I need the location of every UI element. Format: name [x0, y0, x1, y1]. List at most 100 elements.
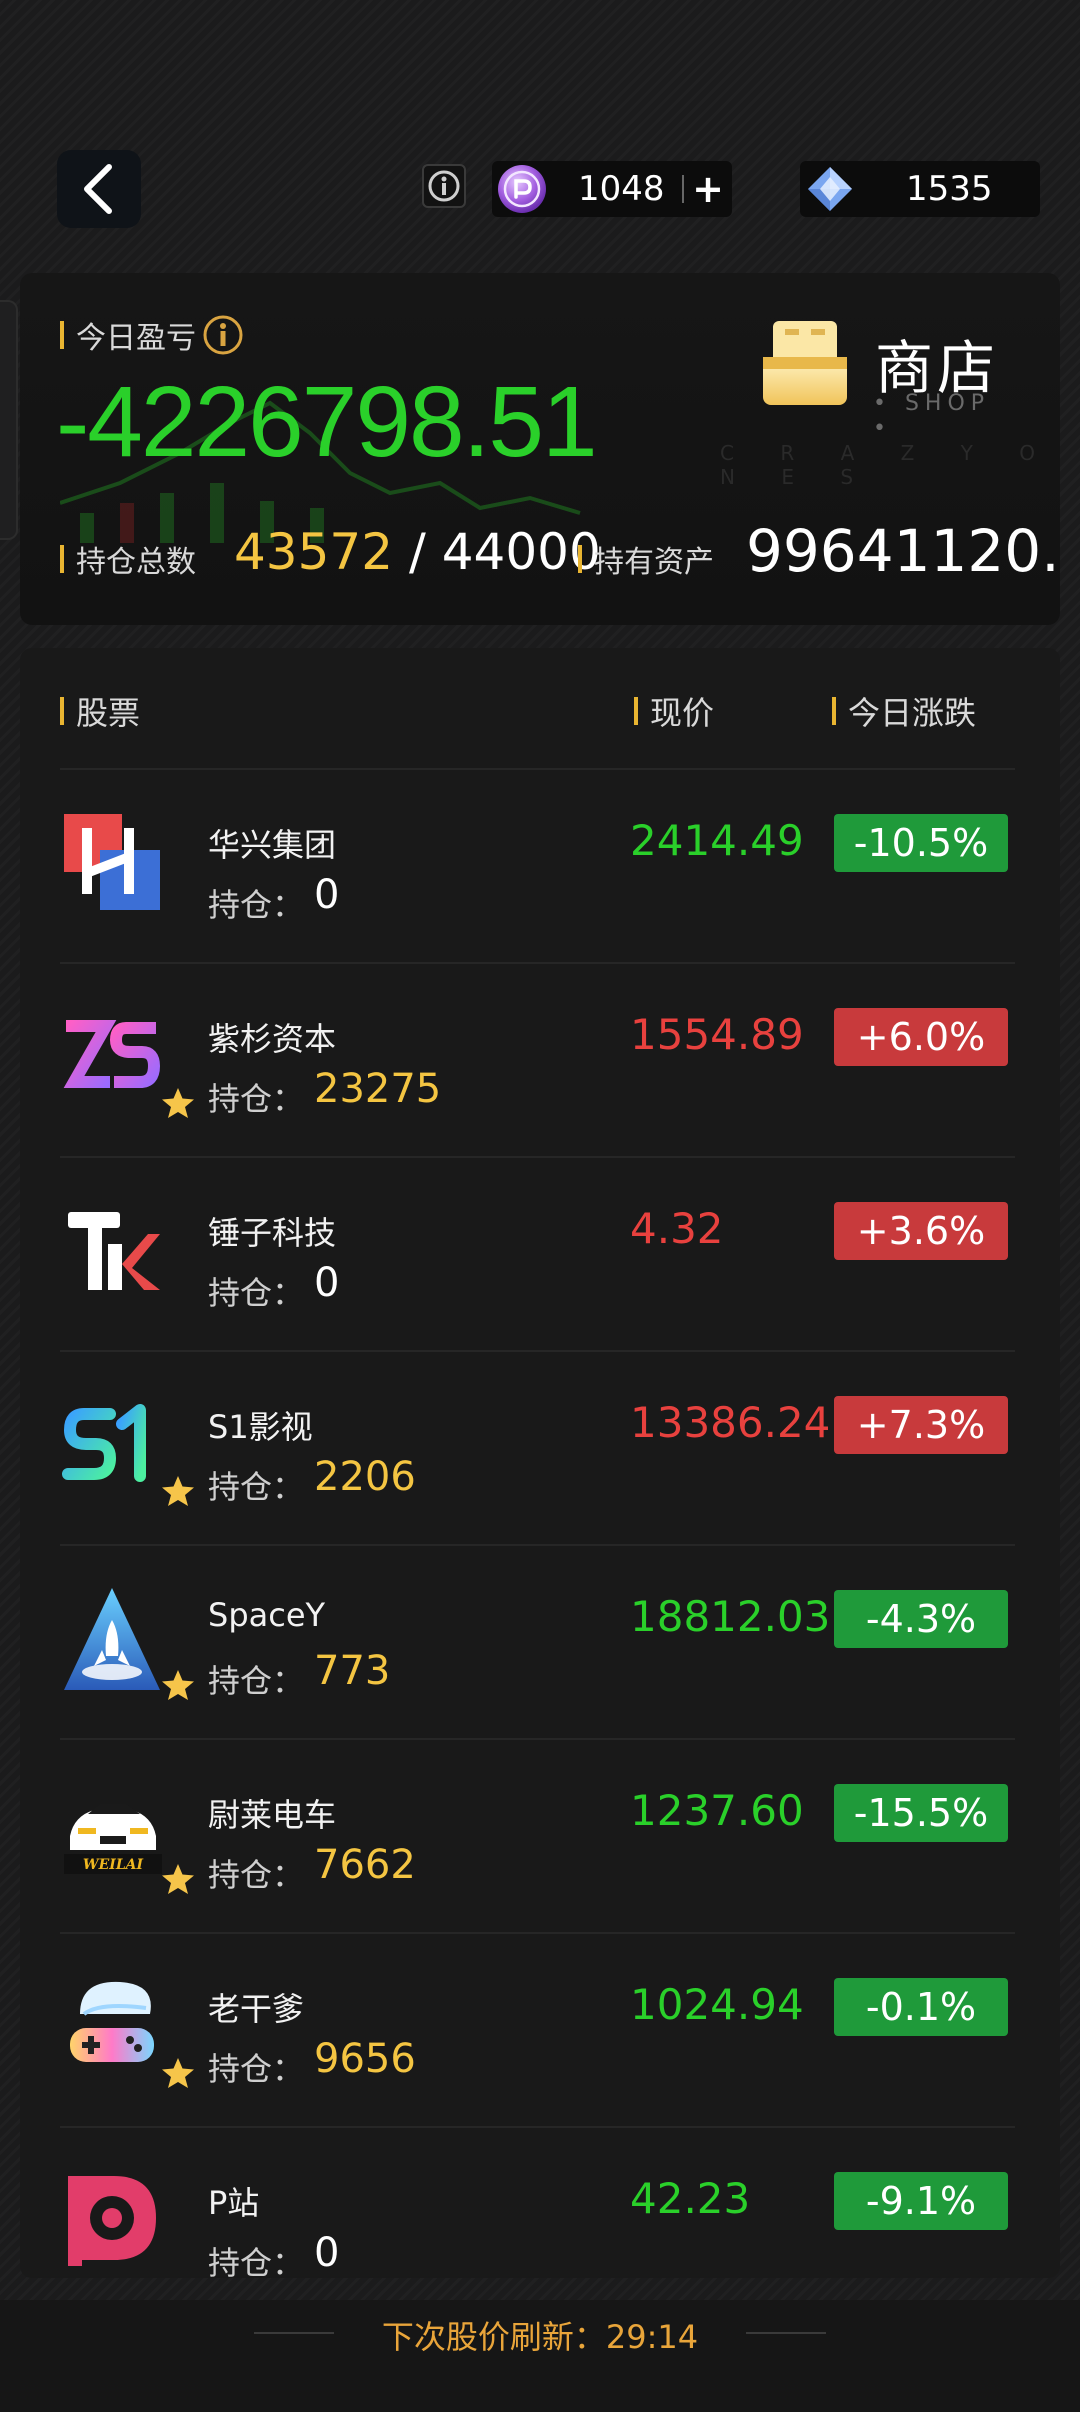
- change-badge: -10.5%: [834, 814, 1008, 872]
- stock-price: 1554.89: [630, 1010, 804, 1059]
- stock-name: S1影视: [208, 1408, 313, 1446]
- car-logo: WEILAI: [64, 1804, 162, 1874]
- change-badge: +6.0%: [834, 1008, 1008, 1066]
- hold-label: 持仓：: [208, 1662, 305, 1700]
- zs-logo: [63, 1020, 161, 1088]
- label-accent-bar: [832, 697, 836, 725]
- gamepad-logo: [70, 1981, 154, 2062]
- summary-panel: 今日盈亏 -4226798.51 商店 • SHOP • C R A Z Y O…: [20, 273, 1060, 625]
- stock-row[interactable]: WEILAI 尉莱电车 持仓： 7662 1237.60 -15.5%: [60, 1740, 1015, 1934]
- hold-value: 773: [314, 1648, 391, 1694]
- change-badge: -4.3%: [834, 1590, 1008, 1648]
- label-accent-bar: [578, 545, 582, 573]
- assets-value: 99641120.78: [746, 517, 1060, 585]
- column-header-price-text: 现价: [650, 694, 715, 732]
- stock-name: 紫杉资本: [208, 1020, 337, 1058]
- hold-label: 持仓：: [208, 2050, 305, 2088]
- assets-label-text: 持有资产: [594, 545, 714, 580]
- coin-value: 1048: [578, 169, 665, 209]
- stock-name: 锤子科技: [208, 1214, 337, 1252]
- coin-balance: 1048 +: [492, 161, 732, 217]
- stock-name: 尉莱电车: [208, 1796, 337, 1834]
- hold-label: 持仓：: [208, 2244, 305, 2278]
- diamond-icon: [808, 167, 852, 211]
- column-header-stock-text: 股票: [76, 694, 141, 732]
- label-accent-bar: [60, 545, 64, 573]
- stock-row[interactable]: 老干爹持仓： 9656 1024.94 -0.1%: [60, 1934, 1015, 2128]
- stock-price: 42.23: [630, 2174, 751, 2223]
- side-drawer-handle[interactable]: [0, 300, 18, 540]
- stock-row[interactable]: SpaceY 持仓： 773 18812.03 -4.3%: [60, 1546, 1015, 1740]
- hold-label: 持仓：: [208, 1856, 305, 1894]
- pnl-info-icon[interactable]: [202, 314, 244, 356]
- favorite-star-icon: [162, 1864, 194, 1894]
- holdings-label-text: 持仓总数: [76, 545, 196, 580]
- holdings-label: 持仓总数: [60, 537, 196, 581]
- hold-value: 9656: [314, 2036, 416, 2082]
- favorite-star-icon: [162, 1670, 194, 1700]
- pnl-value: -4226798.51: [56, 366, 598, 478]
- hold-value: 2206: [314, 1454, 416, 1500]
- info-button[interactable]: [422, 164, 466, 208]
- back-button[interactable]: [57, 150, 141, 228]
- label-accent-bar: [60, 697, 64, 725]
- svg-text:WEILAI: WEILAI: [83, 1857, 144, 1873]
- pnl-label: 今日盈亏: [60, 313, 244, 357]
- hold-label: 持仓：: [208, 1468, 305, 1506]
- stock-name: 老干爹: [208, 1990, 305, 2028]
- favorite-star-icon: [162, 1088, 194, 1118]
- info-icon: [428, 170, 460, 202]
- stock-price: 18812.03: [630, 1592, 831, 1641]
- stock-row[interactable]: 锤子科技持仓： 0 4.32 +3.6%: [60, 1158, 1015, 1352]
- hold-value: 23275: [314, 1066, 442, 1112]
- plus-divider: [682, 175, 684, 203]
- pnl-label-text: 今日盈亏: [76, 321, 196, 356]
- label-accent-bar: [60, 321, 64, 349]
- hammer-logo: [68, 1212, 160, 1290]
- change-badge: -15.5%: [834, 1784, 1008, 1842]
- assets-label: 持有资产: [578, 537, 714, 581]
- stock-row[interactable]: P站持仓： 0 42.23 -9.1%: [60, 2128, 1015, 2278]
- hold-label: 持仓：: [208, 886, 305, 924]
- hold-label: 持仓：: [208, 1080, 305, 1118]
- shop-subtitle: • SHOP •: [873, 391, 991, 441]
- add-coin-button[interactable]: +: [688, 165, 728, 213]
- stock-name: SpaceY: [208, 1596, 326, 1634]
- stock-row[interactable]: 华兴集团 持仓： 0 2414.49 -10.5%: [60, 770, 1015, 964]
- label-accent-bar: [634, 697, 638, 725]
- p-logo: [68, 2176, 156, 2266]
- huaxing-logo: [64, 814, 160, 910]
- hold-value: 0: [314, 872, 340, 918]
- stock-name: P站: [208, 2184, 260, 2222]
- stock-row[interactable]: S1影视 持仓： 2206 13386.24 +7.3%: [60, 1352, 1015, 1546]
- column-header-stock: 股票: [60, 688, 140, 734]
- refresh-timer: 下次股价刷新：29:14: [381, 2318, 699, 2356]
- stock-row[interactable]: 紫杉资本持仓： 23275 1554.89 +6.0%: [60, 964, 1015, 1158]
- purple-coin-icon: [498, 165, 546, 213]
- stock-name: 华兴集团: [208, 826, 337, 864]
- footer-bar: 下次股价刷新：29:14: [0, 2300, 1080, 2412]
- stock-price: 1024.94: [630, 1980, 804, 2029]
- change-badge: -9.1%: [834, 2172, 1008, 2230]
- shop-button[interactable]: 商店 • SHOP •: [755, 313, 1015, 441]
- stock-price: 13386.24: [630, 1398, 831, 1447]
- holdings-max: 44000: [441, 523, 601, 581]
- rocket-logo: [64, 1588, 160, 1690]
- favorite-star-icon: [162, 1476, 194, 1506]
- column-header-price: 现价: [634, 688, 714, 734]
- hold-label: 持仓：: [208, 1274, 305, 1312]
- s1-logo: [62, 1404, 146, 1482]
- holdings-value: 43572 / 44000: [234, 523, 601, 581]
- hold-value: 0: [314, 2230, 340, 2276]
- holdings-current: 43572: [234, 523, 394, 581]
- hold-value: 7662: [314, 1842, 416, 1888]
- change-badge: +3.6%: [834, 1202, 1008, 1260]
- stock-list-panel: 股票 现价 今日涨跌 华兴集团 持仓： 0 2414.49 -10.5% 紫杉资本 持仓： 2…: [20, 648, 1060, 2278]
- change-badge: -0.1%: [834, 1978, 1008, 2036]
- chevron-left-icon: [84, 164, 112, 214]
- holdings-separator: /: [393, 523, 442, 581]
- hold-value: 0: [314, 1260, 340, 1306]
- column-header-change-text: 今日涨跌: [848, 694, 977, 732]
- stock-price: 4.32: [630, 1204, 724, 1253]
- gem-value: 1535: [906, 169, 993, 209]
